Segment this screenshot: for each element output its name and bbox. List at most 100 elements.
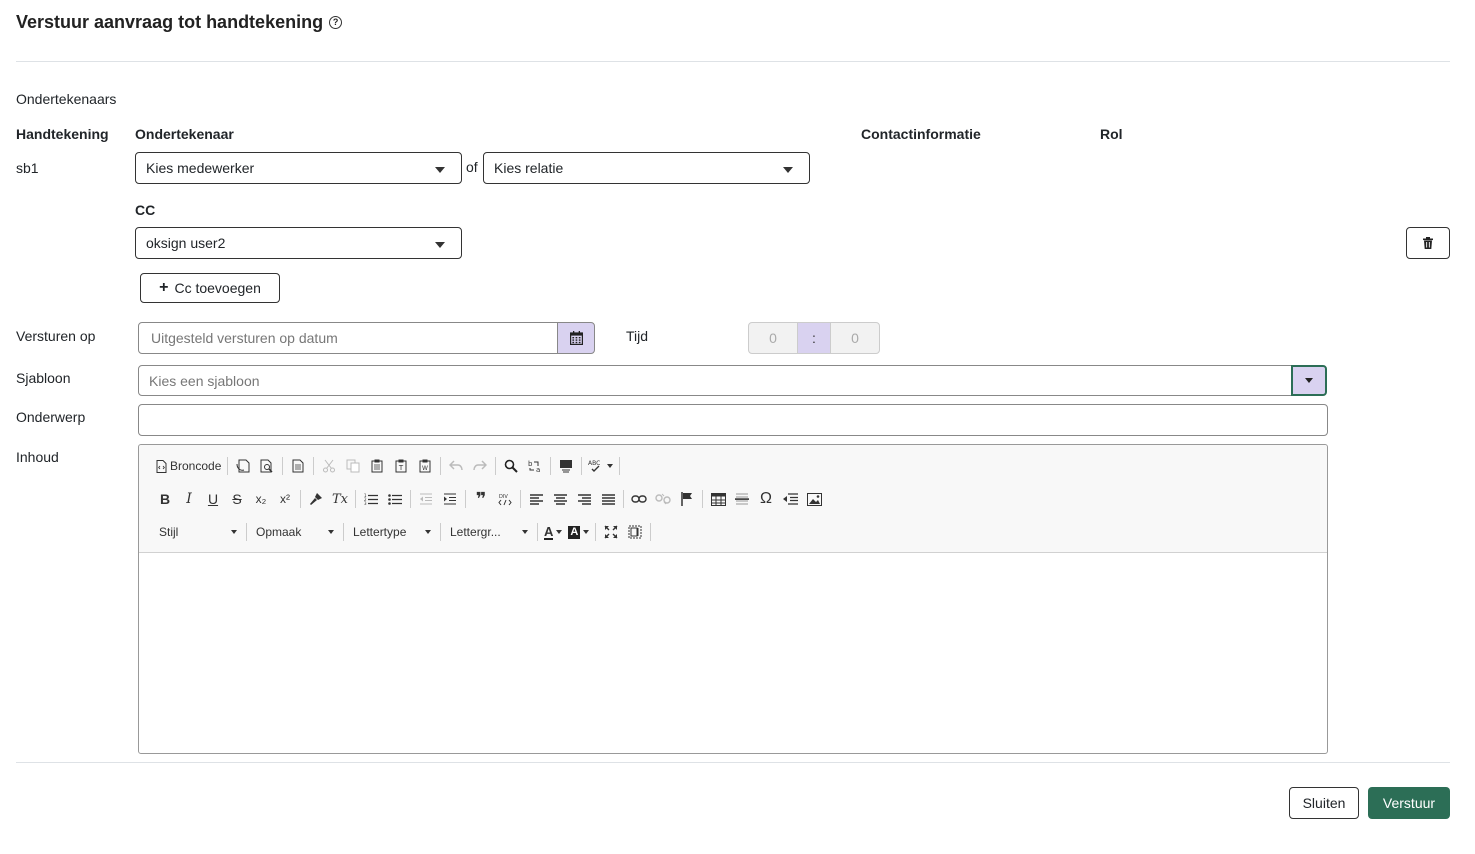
redo-button[interactable] (468, 454, 492, 478)
copy-button[interactable] (341, 454, 365, 478)
image-button[interactable] (802, 487, 826, 511)
div-container-button[interactable]: DIV (493, 487, 517, 511)
paste-text-button[interactable]: T (389, 454, 413, 478)
superscript-button[interactable]: x² (273, 487, 297, 511)
trash-icon (1423, 237, 1433, 249)
employee-select[interactable]: Kies medewerker (135, 152, 462, 184)
special-char-button[interactable]: Ω (754, 487, 778, 511)
send-button[interactable]: Verstuur (1368, 787, 1450, 819)
format-combo-label: Opmaak (256, 525, 302, 539)
unlink-icon (655, 493, 671, 505)
signers-section-label: Ondertekenaars (16, 91, 117, 107)
template-select[interactable]: Kies een sjabloon (138, 365, 1292, 396)
close-button[interactable]: Sluiten (1289, 787, 1359, 819)
chevron-down-icon (435, 167, 445, 173)
help-icon[interactable]: ? (329, 16, 343, 29)
find-button[interactable] (499, 454, 523, 478)
numbered-list-button[interactable]: 123 (359, 487, 383, 511)
send-date-input[interactable]: Uitgesteld versturen op datum (138, 322, 558, 354)
redo-icon (473, 460, 488, 471)
blockquote-button[interactable]: ❞ (469, 487, 493, 511)
template-dropdown-button[interactable] (1291, 365, 1327, 396)
style-combo[interactable]: Stijl (153, 520, 243, 544)
text-color-button[interactable]: A (541, 520, 565, 544)
select-all-button[interactable] (554, 454, 578, 478)
content-label: Inhoud (16, 449, 59, 465)
toolbar-separator (410, 490, 411, 508)
or-label: of (466, 159, 478, 175)
relation-select[interactable]: Kies relatie (483, 152, 810, 184)
format-combo[interactable]: Opmaak (250, 520, 340, 544)
subscript-button[interactable]: x₂ (249, 487, 273, 511)
save-icon (236, 459, 250, 473)
delete-signer-button[interactable] (1406, 227, 1450, 259)
unlink-button[interactable] (651, 487, 675, 511)
horizontal-rule-button[interactable] (730, 487, 754, 511)
replace-button[interactable]: ba (523, 454, 547, 478)
signature-id: sb1 (16, 160, 39, 176)
cut-button[interactable] (317, 454, 341, 478)
link-button[interactable] (627, 487, 651, 511)
time-separator: : (797, 322, 831, 354)
bg-color-button[interactable]: A (565, 520, 592, 544)
bold-button[interactable]: B (153, 487, 177, 511)
source-button[interactable]: Broncode (153, 454, 224, 478)
spellcheck-button[interactable]: ABC (585, 454, 616, 478)
strikethrough-button[interactable]: S (225, 487, 249, 511)
anchor-button[interactable] (675, 487, 699, 511)
show-blocks-button[interactable] (623, 520, 647, 544)
maximize-button[interactable] (599, 520, 623, 544)
preview-button[interactable] (255, 454, 279, 478)
chevron-down-icon (522, 530, 528, 534)
remove-format-button[interactable]: Tx (328, 487, 352, 511)
rich-text-editor: Broncode T W ba ABC B I U S x₂ x² Tx 1 2… (138, 444, 1328, 754)
svg-text:3: 3 (364, 501, 367, 505)
table-button[interactable] (706, 487, 730, 511)
cc-select[interactable]: oksign user2 (135, 227, 462, 259)
editor-content-area[interactable] (139, 554, 1327, 753)
font-size-combo[interactable]: Lettergr... (444, 520, 534, 544)
undo-button[interactable] (444, 454, 468, 478)
copy-format-button[interactable] (304, 487, 328, 511)
send-date-placeholder: Uitgesteld versturen op datum (151, 330, 338, 346)
italic-button[interactable]: I (177, 487, 201, 511)
relation-select-value: Kies relatie (494, 160, 564, 176)
save-button[interactable] (231, 454, 255, 478)
page-break-button[interactable] (778, 487, 802, 511)
add-cc-button[interactable]: + Cc toevoegen (140, 273, 280, 303)
toolbar-separator (619, 457, 621, 475)
templates-button[interactable] (286, 454, 310, 478)
toolbar-row-2: B I U S x₂ x² Tx 123 ❞ DIV Ω (153, 486, 826, 512)
align-center-button[interactable] (548, 487, 572, 511)
div-icon: DIV (498, 494, 512, 506)
outdent-button[interactable] (414, 487, 438, 511)
time-label: Tijd (626, 328, 649, 344)
header-signature: Handtekening (16, 126, 109, 142)
align-left-button[interactable] (524, 487, 548, 511)
time-hours-input[interactable]: 0 (748, 322, 798, 354)
toolbar-separator (313, 457, 315, 475)
align-justify-button[interactable] (596, 487, 620, 511)
font-combo[interactable]: Lettertype (347, 520, 437, 544)
bulleted-list-button[interactable] (383, 487, 407, 511)
underline-button[interactable]: U (201, 487, 225, 511)
calendar-button[interactable] (557, 322, 595, 354)
search-icon (505, 459, 519, 473)
align-right-button[interactable] (572, 487, 596, 511)
outdent-icon (420, 493, 432, 505)
bg-color-icon: A (568, 525, 581, 539)
indent-button[interactable] (438, 487, 462, 511)
toolbar-row-3: Stijl Opmaak Lettertype Lettergr... A A (153, 519, 654, 545)
toolbar-separator (702, 490, 703, 508)
table-icon (710, 492, 726, 506)
align-right-icon (577, 493, 591, 505)
subject-input[interactable] (138, 404, 1328, 436)
time-minutes-input[interactable]: 0 (830, 322, 880, 354)
chevron-down-icon (435, 242, 445, 248)
paste-button[interactable] (365, 454, 389, 478)
link-icon (631, 495, 647, 503)
chevron-down-icon (607, 464, 614, 468)
paste-word-button[interactable]: W (413, 454, 437, 478)
cc-select-value: oksign user2 (146, 235, 226, 251)
svg-text:b: b (528, 460, 533, 468)
